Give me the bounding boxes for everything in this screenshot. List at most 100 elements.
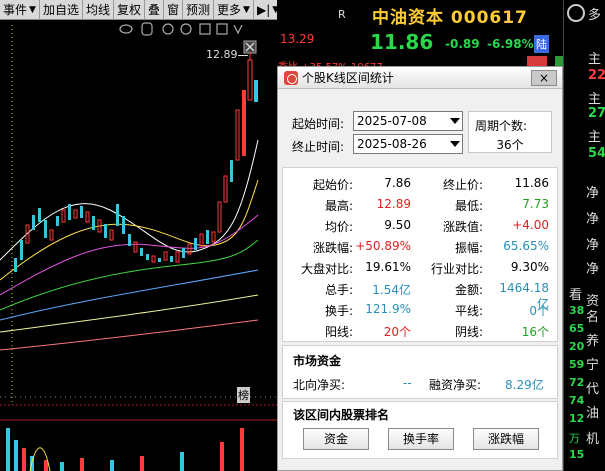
- north-buy-value: --: [403, 376, 412, 390]
- end-time-label: 终止时间:: [292, 140, 345, 154]
- sidebar-text: 净: [586, 238, 600, 253]
- end-time-select[interactable]: 2025-08-26: [353, 134, 463, 154]
- range-rank-panel: 该区间内股票排名 资金 换手率 涨跌幅: [282, 401, 558, 459]
- sidebar-text: 万: [569, 432, 580, 445]
- chevron-down-icon: [450, 118, 460, 124]
- toolbar-overlay[interactable]: 叠: [145, 0, 164, 20]
- start-time-value: 2025-07-08: [357, 114, 427, 128]
- price-change-pct: -6.98%: [487, 37, 534, 51]
- stat-value: 7.73: [522, 197, 549, 211]
- stat-value: 9.30%: [510, 260, 549, 274]
- stat-value: 16个: [521, 325, 549, 339]
- toolbar-ma[interactable]: 均线: [83, 0, 114, 20]
- dialog-titlebar[interactable]: 个股K线区间统计 ×: [278, 67, 562, 89]
- stat-value: 12.89: [376, 197, 411, 211]
- stat-value: 65.65%: [503, 239, 549, 253]
- toolbar-more[interactable]: 更多 ▼: [214, 0, 254, 20]
- toolbar-event-label: 事件: [3, 2, 28, 17]
- toolbar-overlay-label: 叠: [147, 2, 160, 17]
- toolbar-adjust[interactable]: 复权: [114, 0, 145, 20]
- dropdown-arrow-icon: ▼: [29, 4, 36, 15]
- app-logo-icon: [284, 70, 298, 85]
- sidebar-text: 名: [586, 310, 600, 325]
- sidebar-num: 22: [588, 68, 605, 83]
- toolbar-window-label: 窗: [167, 2, 180, 17]
- toolbar-window[interactable]: 窗: [164, 0, 184, 20]
- sidebar-text: 主: [588, 52, 602, 67]
- rank-by-turnover-button[interactable]: 换手率: [388, 428, 454, 450]
- stat-label: 阳线:: [324, 325, 353, 339]
- sidebar-num: 65: [569, 322, 585, 335]
- toolbar-sidebar-toggle[interactable]: ▶| ▼: [254, 0, 282, 20]
- candlesticks: [14, 52, 258, 272]
- stat-value: +4.00: [512, 218, 549, 232]
- sidebar-num: 72: [569, 376, 585, 389]
- kline-range-stats-dialog: 个股K线区间统计 × 起始时间: 2025-07-08 终止时间: 2025-0…: [277, 66, 563, 471]
- margin-buy-label: 融资净买:: [429, 378, 482, 392]
- sidebar-num: 20: [569, 340, 585, 353]
- volume-bars: [6, 428, 244, 471]
- sidebar-text: 机: [586, 432, 600, 447]
- sidebar-text: 主: [588, 130, 602, 145]
- sidebar-text: 净: [586, 186, 600, 201]
- sidebar-num: 27: [588, 106, 605, 121]
- rank-by-funds-button[interactable]: 资金: [303, 428, 369, 450]
- stat-label: 阴线:: [454, 325, 483, 339]
- sidebar-text: 看: [569, 288, 583, 303]
- chevron-down-icon: [450, 141, 460, 147]
- stat-label: 最高:: [324, 199, 353, 213]
- sidebar-text: 净: [586, 262, 600, 277]
- stock-name-code: 中油资本 000617: [372, 8, 528, 28]
- end-time-value: 2025-08-26: [357, 137, 427, 151]
- sidebar-num: 12: [569, 412, 585, 425]
- start-time-select[interactable]: 2025-07-08: [353, 111, 463, 131]
- toolbar-event[interactable]: 事件 ▼: [0, 0, 40, 20]
- gear-icon[interactable]: [567, 4, 585, 22]
- sidebar-text: 净: [586, 212, 600, 227]
- close-button[interactable]: ×: [531, 70, 557, 86]
- stat-value: 121.9%: [365, 302, 411, 316]
- toolbar-add-watchlist[interactable]: 加自选: [40, 0, 83, 20]
- stat-label: 平线:: [454, 304, 483, 318]
- stat-label: 均价:: [324, 220, 353, 234]
- sidebar-text: 油: [586, 406, 600, 421]
- toolbar-adjust-label: 复权: [116, 2, 141, 17]
- toolbar-forecast[interactable]: 预测: [183, 0, 215, 20]
- toolbar-forecast-label: 预测: [186, 2, 211, 17]
- sidebar-text: 宁: [586, 358, 600, 373]
- kline-chart[interactable]: 12.89 榜: [0, 20, 277, 471]
- rank-by-change-button[interactable]: 涨跌幅: [473, 428, 539, 450]
- stats-panel: 起始价: 7.86 终止价: 11.86 最高: 12.89 最低: 7.73 均价: 9.50 涨…: [282, 167, 558, 342]
- sidebar-text: 养: [586, 334, 600, 349]
- market-funds-title: 市场资金: [293, 354, 342, 368]
- chart-corner-tag[interactable]: 榜: [237, 387, 250, 403]
- stat-value: 19.61%: [365, 260, 411, 274]
- stat-value: 20个: [383, 325, 411, 339]
- stat-label: 换手:: [324, 304, 353, 318]
- dropdown-arrow-icon: ▼: [243, 4, 250, 15]
- axis-price-label: 13.29: [280, 32, 315, 46]
- chart-toolbar: 事件 ▼ 加自选 均线 复权 叠 窗 预测 更多 ▼ ▶| ▼: [0, 0, 279, 20]
- sidebar-text: 主: [588, 92, 602, 107]
- margin-buy-value: 8.29亿: [505, 378, 544, 392]
- stat-value: 9.50: [384, 218, 411, 232]
- peak-price-label: 12.89: [206, 48, 238, 61]
- range-rank-title: 该区间内股票排名: [293, 408, 390, 422]
- toolbar-more-label: 更多: [217, 2, 242, 17]
- stat-label: 终止价:: [442, 178, 483, 192]
- stat-label: 金额:: [454, 283, 483, 297]
- stat-value: +50.89%: [355, 239, 411, 253]
- sidebar-num: 74: [569, 394, 585, 407]
- north-buy-label: 北向净买:: [293, 378, 346, 392]
- stat-value: 11.86: [514, 176, 549, 190]
- last-price: 11.86: [370, 30, 434, 54]
- right-sidebar: 多 主 22 主 27 主 54 净 净 净 净 看 资 38 名 65 养 2…: [563, 0, 605, 471]
- period-count-label: 周期个数:: [475, 119, 528, 133]
- stat-value: 0个: [529, 304, 549, 318]
- stat-value: 1.54亿: [372, 283, 411, 297]
- sidebar-text: 多: [588, 8, 602, 23]
- chart-tool-icons[interactable]: [119, 22, 243, 36]
- stat-label: 总手:: [324, 283, 353, 297]
- quote-flag: R: [338, 8, 346, 21]
- board-badge: 陆: [534, 35, 549, 53]
